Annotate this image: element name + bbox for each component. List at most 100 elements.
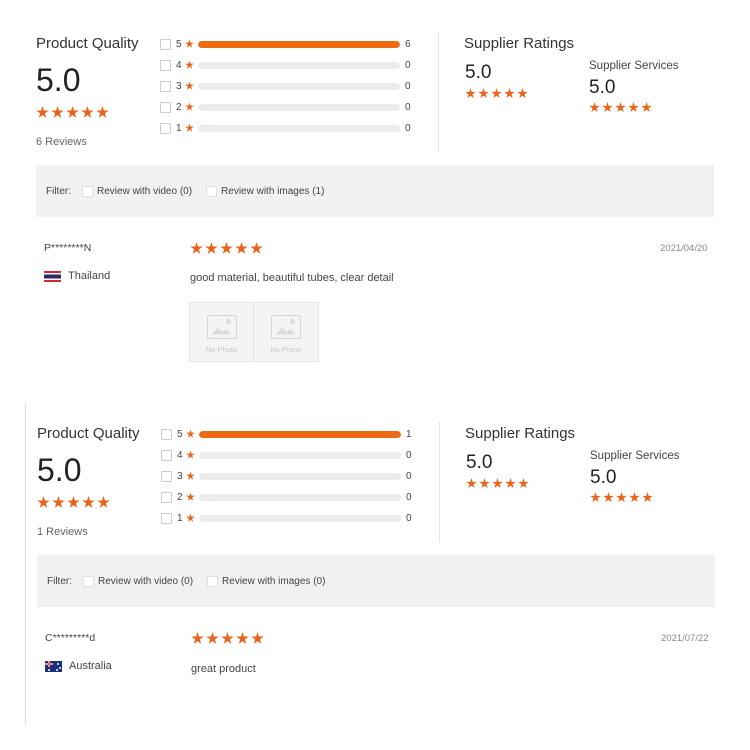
product-quality-stars	[36, 106, 109, 119]
rating-row-2: 2 0	[160, 100, 411, 114]
supplier-services-stars	[590, 492, 653, 503]
reviewer-name: P********N	[44, 242, 92, 254]
star-icon	[191, 632, 204, 644]
rating-bar-track	[199, 430, 401, 438]
filter-images-checkbox[interactable]	[207, 575, 219, 587]
rating-5-checkbox[interactable]	[161, 428, 172, 440]
star-icon	[185, 123, 194, 132]
product-quality-score: 5.0	[37, 452, 82, 488]
rating-5-checkbox[interactable]	[160, 38, 171, 50]
star-icon	[628, 102, 639, 113]
vertical-divider	[439, 422, 440, 542]
rating-bar-fill	[199, 430, 401, 438]
star-icon	[52, 496, 65, 508]
rating-bar-track	[199, 451, 401, 459]
rating-3-checkbox[interactable]	[161, 470, 172, 482]
product-quality-score: 5.0	[36, 62, 81, 98]
star-icon	[251, 632, 264, 644]
star-icon	[206, 632, 219, 644]
star-icon	[37, 496, 50, 508]
supplier-services-score: 5.0	[590, 467, 617, 488]
filter-label: Filter:	[46, 185, 71, 197]
rating-row-label: 3	[176, 80, 182, 92]
filter-video-checkbox[interactable]	[83, 575, 94, 587]
rating-row-count: 0	[405, 122, 411, 134]
star-icon	[479, 478, 490, 489]
rating-row-count: 0	[406, 512, 412, 524]
rating-2-checkbox[interactable]	[160, 101, 171, 113]
rating-row-count: 0	[405, 101, 411, 113]
supplier-services-score: 5.0	[589, 77, 616, 98]
rating-bar-track	[198, 61, 400, 69]
review-photo-thumbnail[interactable]: No Photo	[190, 303, 254, 361]
vertical-divider	[438, 32, 439, 152]
rating-row-label: 3	[177, 470, 183, 482]
star-icon	[66, 106, 79, 118]
filter-video-option[interactable]: Review with video (0)	[83, 575, 194, 587]
product-quality-title: Product Quality	[37, 425, 140, 442]
rating-4-checkbox[interactable]	[160, 59, 171, 71]
star-icon	[616, 492, 627, 503]
rating-row-count: 0	[405, 80, 411, 92]
star-icon	[250, 242, 263, 254]
star-icon	[67, 496, 80, 508]
rating-row-3: 3 0	[160, 79, 411, 93]
supplier-services-title: Supplier Services	[589, 60, 679, 72]
reviewer-name: C*********d	[45, 632, 96, 644]
rating-row-label: 2	[176, 101, 182, 113]
rating-row-count: 0	[406, 491, 412, 503]
rating-1-checkbox[interactable]	[161, 512, 172, 524]
rating-row-5: 5 6	[160, 37, 411, 51]
rating-bar-fill	[198, 40, 400, 48]
filter-video-label: Review with video (0)	[97, 185, 193, 197]
review-date: 2021/07/22	[661, 633, 709, 644]
star-icon	[96, 106, 109, 118]
rating-1-checkbox[interactable]	[160, 122, 171, 134]
star-icon	[186, 513, 195, 522]
star-icon	[465, 88, 476, 99]
star-icon	[185, 81, 194, 90]
rating-row-label: 5	[177, 428, 183, 440]
filter-images-option[interactable]: Review with images (1)	[206, 185, 324, 197]
filter-video-option[interactable]: Review with video (0)	[82, 185, 193, 197]
star-icon	[186, 492, 195, 501]
rating-row-label: 5	[176, 38, 182, 50]
country-name: Thailand	[68, 270, 111, 282]
rating-4-checkbox[interactable]	[161, 449, 172, 461]
filter-video-label: Review with video (0)	[98, 575, 194, 587]
supplier-ratings-stars	[465, 88, 528, 99]
star-icon	[466, 478, 477, 489]
photo-placeholder-label: No Photo	[205, 344, 238, 354]
star-icon	[518, 478, 529, 489]
star-icon	[517, 88, 528, 99]
review-summary-panel-2: Product Quality 5.0 1 Reviews 5 1 4 0 3 …	[0, 390, 750, 750]
star-icon	[589, 102, 600, 113]
review-count: 1 Reviews	[37, 526, 88, 538]
review-photos: No Photo No Photo	[189, 302, 319, 362]
star-icon	[629, 492, 640, 503]
rating-row-3: 3 0	[161, 469, 412, 483]
rating-row-count: 0	[406, 449, 412, 461]
star-icon	[603, 492, 614, 503]
star-icon	[642, 492, 653, 503]
review-photo-thumbnail[interactable]: No Photo	[254, 303, 318, 361]
rating-row-4: 4 0	[161, 448, 412, 462]
product-quality-stars	[37, 496, 110, 509]
filter-images-option[interactable]: Review with images (0)	[207, 575, 325, 587]
filter-label: Filter:	[47, 575, 72, 587]
rating-2-checkbox[interactable]	[161, 491, 172, 503]
star-icon	[235, 242, 248, 254]
rating-row-5: 5 1	[161, 427, 412, 441]
rating-3-checkbox[interactable]	[160, 80, 171, 92]
rating-bar-track	[198, 124, 400, 132]
filter-images-checkbox[interactable]	[206, 185, 218, 197]
rating-row-label: 4	[177, 449, 183, 461]
rating-row-label: 1	[176, 122, 182, 134]
star-icon	[190, 242, 203, 254]
supplier-ratings-title: Supplier Ratings	[464, 35, 575, 52]
star-icon	[236, 632, 249, 644]
star-icon	[505, 478, 516, 489]
star-icon	[97, 496, 110, 508]
filter-video-checkbox[interactable]	[82, 185, 93, 197]
rating-bar-track	[198, 40, 400, 48]
